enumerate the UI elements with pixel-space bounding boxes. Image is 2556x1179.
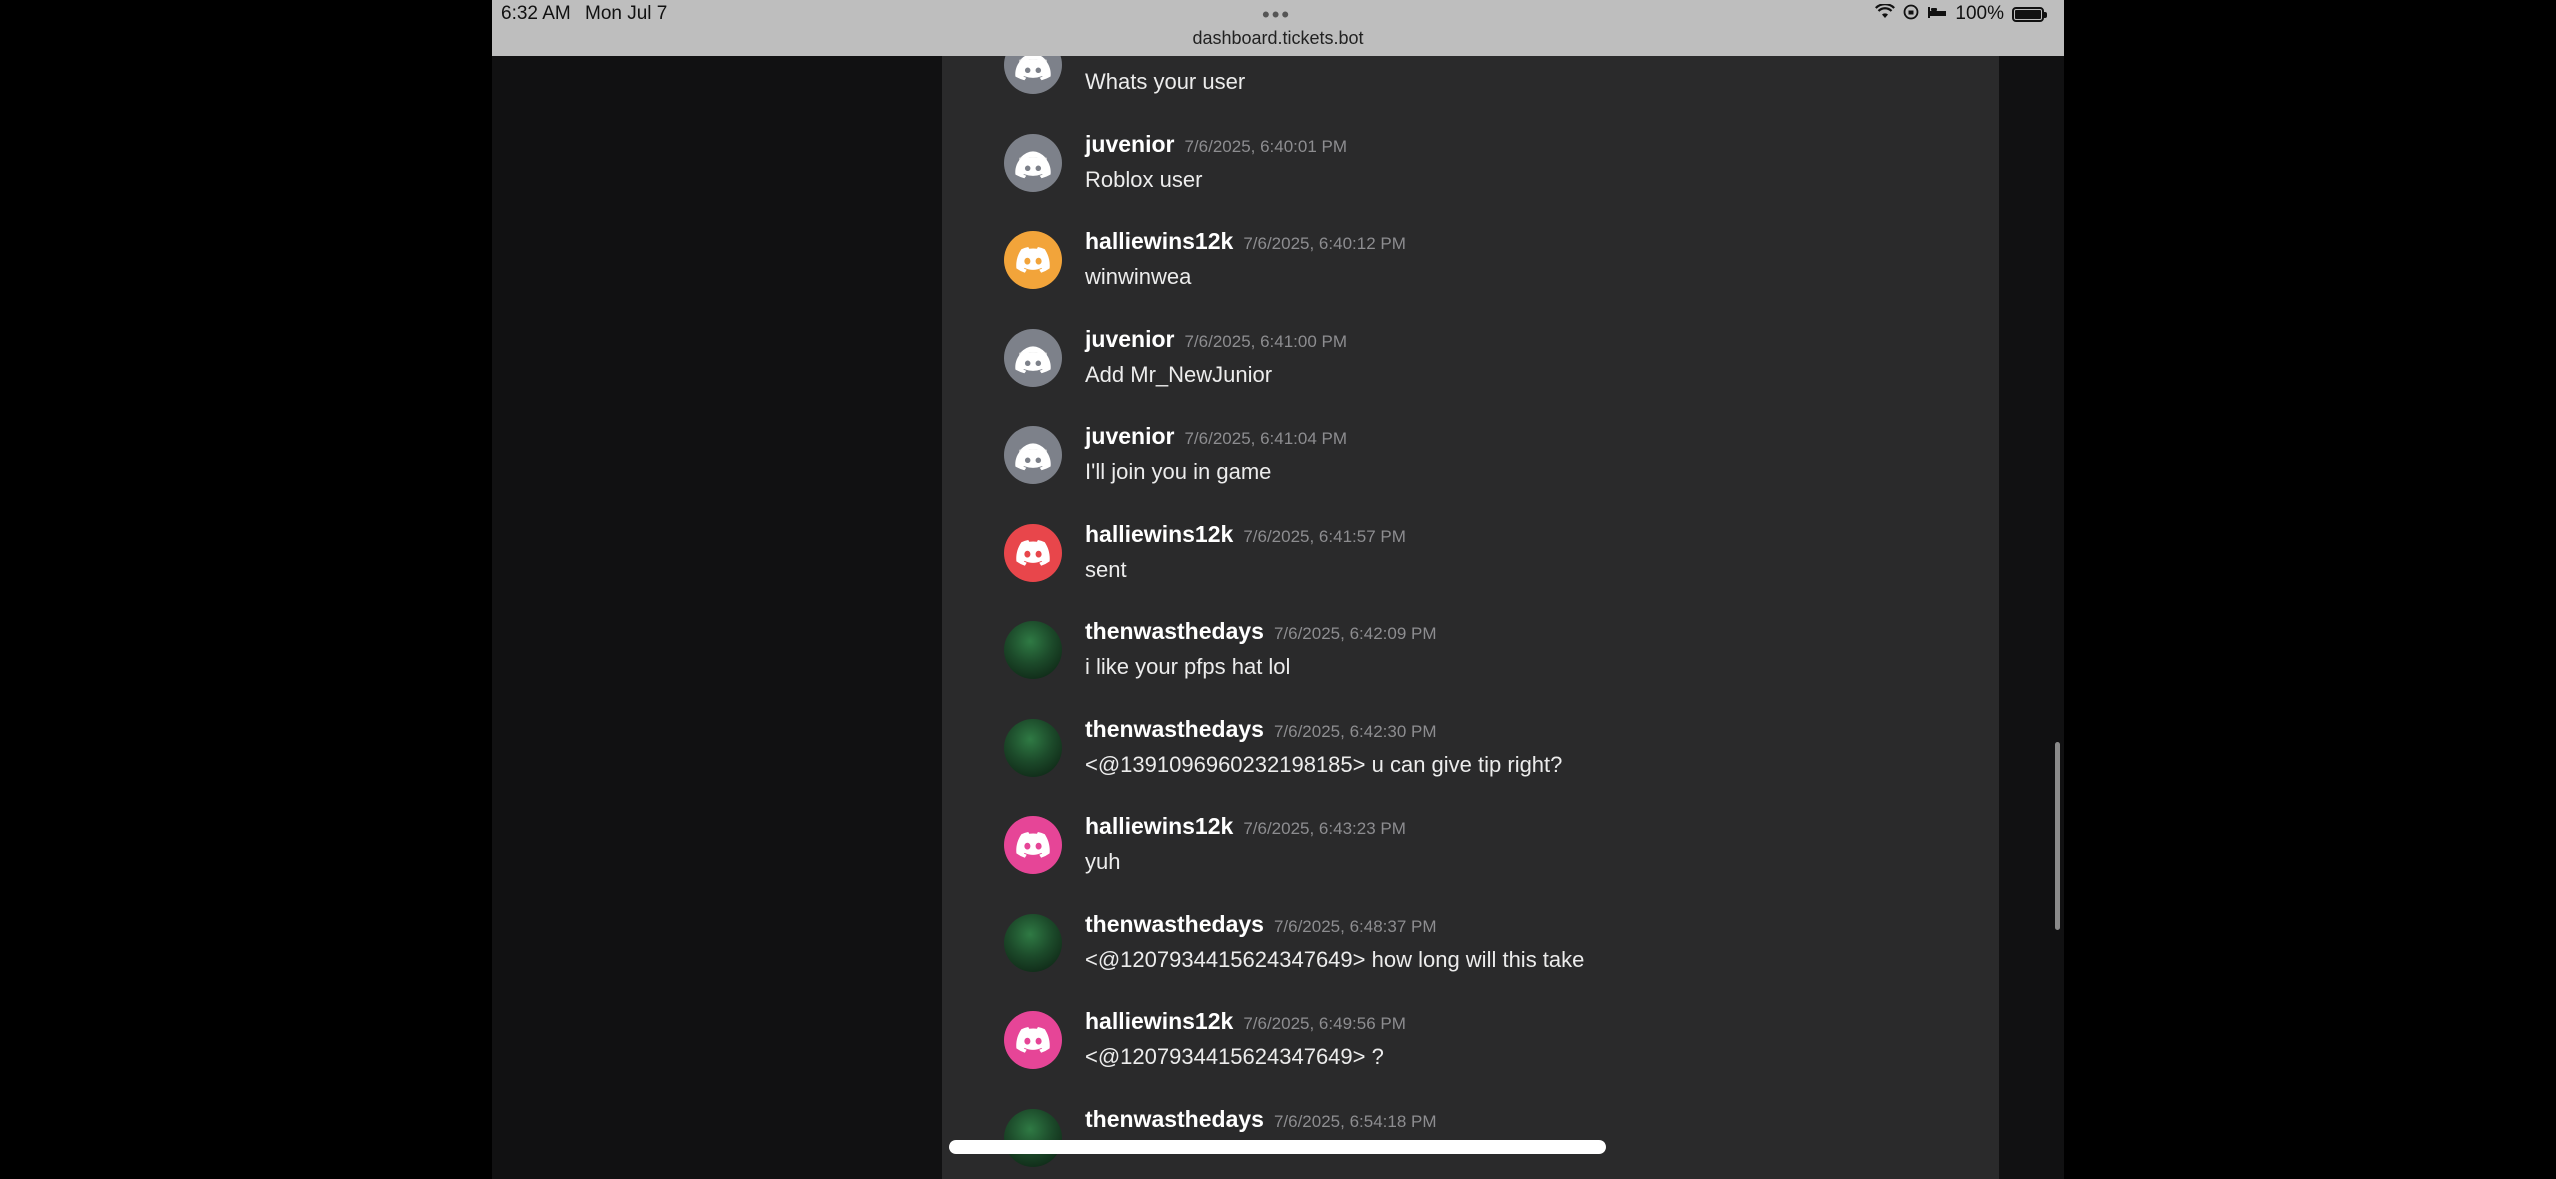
browser-screen: 6:32 AM Mon Jul 7 ••• dashboard.tickets.…: [492, 0, 2064, 1179]
author-name[interactable]: juvenior: [1085, 131, 1174, 157]
message-timestamp: 7/6/2025, 6:42:09 PM: [1273, 624, 1437, 643]
message-item: halliewins12k 7/6/2025, 6:41:57 PM sent: [942, 496, 1999, 593]
message-item: halliewins12k 7/6/2025, 6:40:12 PM winwinw…: [942, 203, 1999, 300]
battery-icon: [2012, 6, 2047, 22]
author-name[interactable]: juvenior: [1085, 326, 1174, 352]
message-author[interactable]: thenwasthedays 7/6/2025, 6:42:30 PM: [1085, 716, 1437, 743]
message-author[interactable]: juvenior 7/6/2025, 6:40:01 PM: [1085, 131, 1347, 158]
message-text: Whats your user: [1085, 69, 1246, 94]
scrollbar[interactable]: [2055, 742, 2060, 930]
message-timestamp: 7/6/2025, 6:41:04 PM: [1184, 429, 1348, 448]
message-item: thenwasthedays 7/6/2025, 6:54:18 PM: [942, 1081, 1999, 1178]
message-author[interactable]: halliewins12k 7/6/2025, 6:40:12 PM: [1085, 228, 1406, 255]
user-photo-avatar[interactable]: [1004, 621, 1062, 679]
status-time: 6:32 AM: [501, 3, 571, 24]
author-name[interactable]: thenwasthedays: [1085, 1106, 1264, 1132]
message-item: thenwasthedays 7/6/2025, 6:42:09 PM i like…: [942, 593, 1999, 690]
avatar[interactable]: [1004, 524, 1062, 582]
status-date: Mon Jul 7: [585, 3, 668, 24]
author-name[interactable]: halliewins12k: [1085, 521, 1233, 547]
message-text: winwinwea: [1085, 264, 1192, 289]
message-text: Roblox user: [1085, 167, 1203, 192]
discord-logo-icon: [1016, 832, 1050, 858]
message-item: juvenior 7/6/2025, 6:40:01 PM Roblox user: [942, 106, 1999, 203]
author-name[interactable]: halliewins12k: [1085, 1008, 1233, 1034]
message-item: halliewins12k 7/6/2025, 6:49:56 PM <@12079…: [942, 983, 1999, 1080]
avatar[interactable]: [1004, 816, 1062, 874]
message-item: juvenior 7/6/2025, 6:41:04 PM I'll join yo…: [942, 398, 1999, 495]
home-indicator[interactable]: [949, 1140, 1606, 1154]
author-name[interactable]: halliewins12k: [1085, 813, 1233, 839]
message-timestamp: 7/6/2025, 6:41:00 PM: [1184, 332, 1348, 351]
avatar[interactable]: [1004, 1011, 1062, 1069]
discord-logo-icon: [1015, 346, 1051, 374]
author-name[interactable]: thenwasthedays: [1085, 716, 1264, 742]
user-photo-avatar[interactable]: [1004, 1109, 1062, 1167]
message-timestamp: 7/6/2025, 6:48:37 PM: [1273, 917, 1437, 936]
author-name[interactable]: thenwasthedays: [1085, 911, 1264, 937]
author-name[interactable]: halliewins12k: [1085, 228, 1233, 254]
discord-logo-icon: [1015, 443, 1051, 471]
sleep-focus-icon: [1927, 5, 1947, 24]
message-text: <@1391096960232198185> u can give tip ri…: [1085, 752, 1563, 777]
message-item: thenwasthedays 7/6/2025, 6:42:30 PM <@1391…: [942, 691, 1999, 788]
address-bar-url[interactable]: dashboard.tickets.bot: [492, 28, 2064, 49]
multitasking-dots-icon[interactable]: •••: [1262, 2, 1291, 28]
message-text: <@1207934415624347649> ?: [1085, 1044, 1384, 1069]
message-text: Add Mr_NewJunior: [1085, 362, 1273, 387]
message-author[interactable]: halliewins12k 7/6/2025, 6:49:56 PM: [1085, 1008, 1406, 1035]
message-timestamp: 7/6/2025, 6:43:23 PM: [1243, 819, 1406, 838]
message-text: i like your pfps hat lol: [1085, 654, 1291, 679]
avatar[interactable]: [1004, 231, 1062, 289]
avatar[interactable]: [1004, 134, 1062, 192]
avatar[interactable]: [1004, 426, 1062, 484]
message-list: Whats your user juvenior 7/6/2025, 6:40:01…: [942, 0, 1999, 1179]
message-item: thenwasthedays 7/6/2025, 6:48:37 PM <@1207…: [942, 886, 1999, 983]
message-text: sent: [1085, 557, 1127, 582]
transcript-panel: Whats your user juvenior 7/6/2025, 6:40:01…: [942, 0, 1999, 1179]
discord-logo-icon: [1015, 151, 1051, 179]
status-bar: 6:32 AM Mon Jul 7 ••• dashboard.tickets.…: [492, 0, 2064, 56]
orientation-lock-icon: [1903, 4, 1919, 25]
message-text: yuh: [1085, 849, 1121, 874]
message-timestamp: 7/6/2025, 6:40:12 PM: [1243, 234, 1406, 253]
message-item: juvenior 7/6/2025, 6:41:00 PM Add Mr_NewJu…: [942, 301, 1999, 398]
message-timestamp: 7/6/2025, 6:42:30 PM: [1273, 722, 1437, 741]
battery-percent: 100%: [1955, 3, 2004, 24]
avatar[interactable]: [1004, 329, 1062, 387]
user-photo-avatar[interactable]: [1004, 719, 1062, 777]
message-author[interactable]: juvenior 7/6/2025, 6:41:00 PM: [1085, 326, 1347, 353]
message-author[interactable]: juvenior 7/6/2025, 6:41:04 PM: [1085, 423, 1347, 450]
message-author[interactable]: halliewins12k 7/6/2025, 6:41:57 PM: [1085, 521, 1406, 548]
user-photo-avatar[interactable]: [1004, 914, 1062, 972]
discord-logo-icon: [1016, 247, 1050, 273]
message-timestamp: 7/6/2025, 6:54:18 PM: [1273, 1112, 1437, 1131]
discord-logo-icon: [1016, 1027, 1050, 1053]
message-text: <@1207934415624347649> how long will thi…: [1085, 947, 1585, 972]
message-author[interactable]: thenwasthedays 7/6/2025, 6:42:09 PM: [1085, 618, 1437, 645]
message-timestamp: 7/6/2025, 6:49:56 PM: [1243, 1014, 1406, 1033]
message-timestamp: 7/6/2025, 6:40:01 PM: [1184, 137, 1348, 156]
message-text: I'll join you in game: [1085, 459, 1272, 484]
status-indicators: 100%: [1875, 3, 2047, 25]
message-timestamp: 7/6/2025, 6:41:57 PM: [1243, 527, 1406, 546]
message-author[interactable]: halliewins12k 7/6/2025, 6:43:23 PM: [1085, 813, 1406, 840]
message-author[interactable]: thenwasthedays 7/6/2025, 6:48:37 PM: [1085, 911, 1437, 938]
author-name[interactable]: juvenior: [1085, 423, 1174, 449]
message-author[interactable]: thenwasthedays 7/6/2025, 6:54:18 PM: [1085, 1106, 1437, 1133]
wifi-icon: [1875, 3, 1896, 24]
discord-logo-icon: [1016, 540, 1050, 566]
author-name[interactable]: thenwasthedays: [1085, 618, 1264, 644]
message-item: halliewins12k 7/6/2025, 6:43:23 PM yuh: [942, 788, 1999, 885]
